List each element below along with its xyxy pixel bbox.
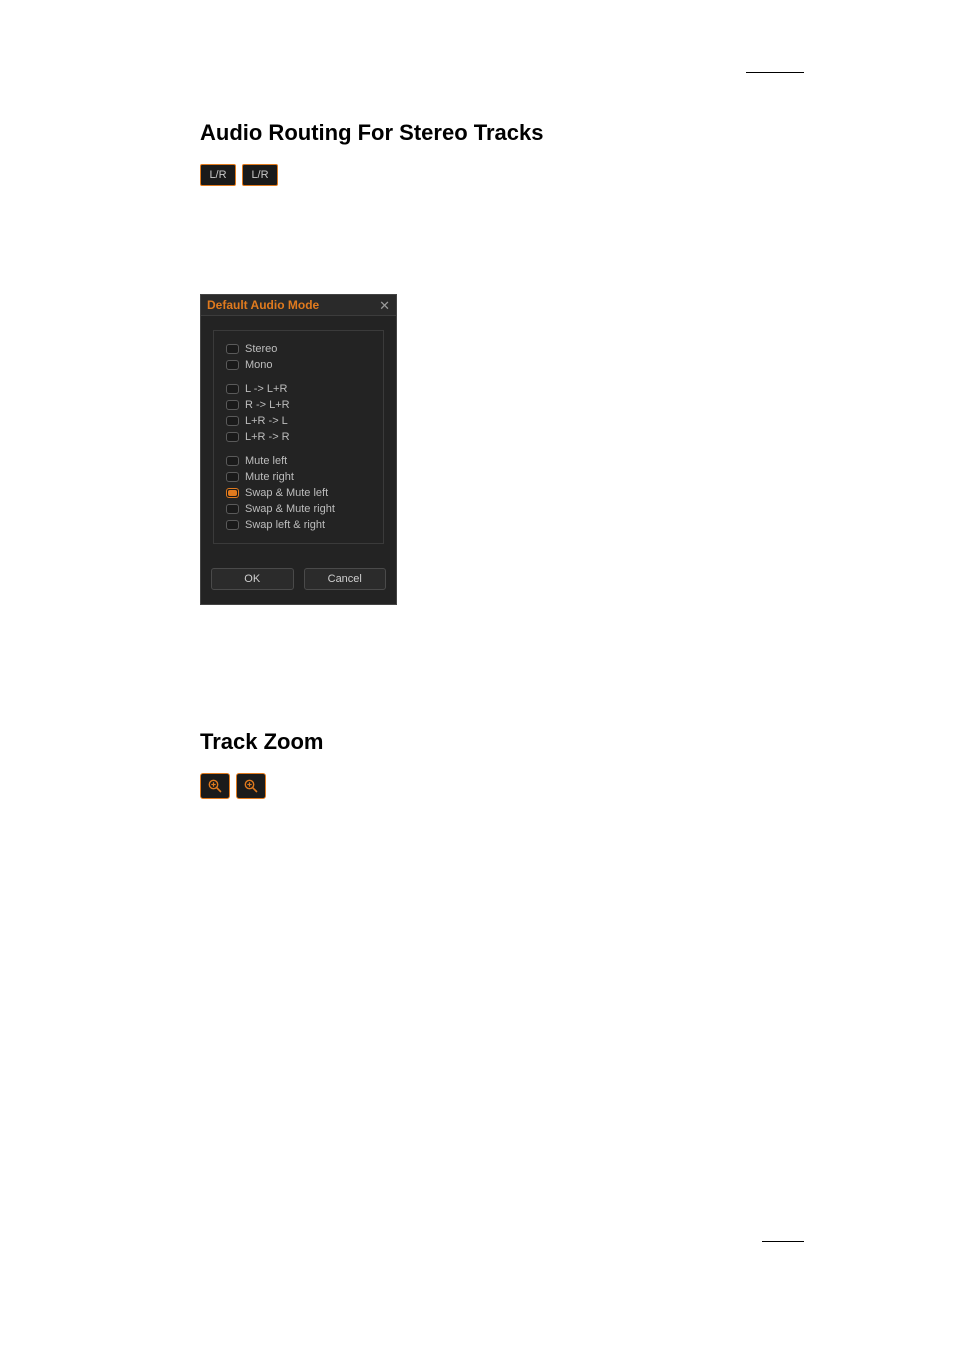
list-item: • (228, 651, 804, 669)
radio-icon[interactable] (226, 400, 239, 410)
lr-badge[interactable]: L/R (242, 164, 278, 186)
radio-icon[interactable] (226, 456, 239, 466)
list-item: • (228, 913, 804, 931)
list-item: • (228, 623, 804, 641)
close-icon[interactable]: ✕ (379, 299, 390, 312)
radio-icon[interactable] (226, 472, 239, 482)
bullet-list: • • • (200, 857, 804, 931)
bullet-list: • • (200, 623, 804, 669)
radio-label: L -> L+R (245, 383, 287, 395)
radio-icon[interactable] (226, 416, 239, 426)
lr-badge-label: L/R (209, 169, 226, 181)
radio-icon[interactable] (226, 504, 239, 514)
cancel-button[interactable]: Cancel (304, 568, 387, 590)
radio-label: L+R -> L (245, 415, 288, 427)
zoom-icon-row (200, 773, 804, 799)
heading-audio-routing: Audio Routing For Stereo Tracks (200, 120, 804, 146)
radio-label: Mono (245, 359, 273, 371)
dialog-title: Default Audio Mode (207, 298, 319, 312)
radio-label: Mute left (245, 455, 287, 467)
heading-track-zoom: Track Zoom (200, 729, 804, 755)
radio-label: Swap & Mute right (245, 503, 335, 515)
radio-label: Mute right (245, 471, 294, 483)
lr-badge-label: L/R (251, 169, 268, 181)
zoom-in-button[interactable] (236, 773, 266, 799)
bottom-right-rule (762, 1241, 804, 1242)
radio-icon[interactable] (226, 384, 239, 394)
radio-icon[interactable] (226, 344, 239, 354)
radio-icon[interactable] (226, 488, 239, 498)
radio-label: Swap & Mute left (245, 487, 328, 499)
top-right-rule (746, 72, 804, 73)
button-label: Cancel (328, 573, 362, 585)
list-item: • (228, 857, 804, 875)
radio-label: Swap left & right (245, 519, 325, 531)
radio-icon[interactable] (226, 360, 239, 370)
radio-label: Stereo (245, 343, 277, 355)
magnifier-plus-icon (243, 778, 259, 794)
option-group: Stereo Mono L -> L+R R -> L+R (213, 330, 384, 544)
button-label: OK (244, 573, 260, 585)
lr-badge-row: L/R L/R (200, 164, 804, 186)
radio-label: L+R -> R (245, 431, 290, 443)
lr-badge[interactable]: L/R (200, 164, 236, 186)
radio-icon[interactable] (226, 520, 239, 530)
radio-icon[interactable] (226, 432, 239, 442)
radio-label: R -> L+R (245, 399, 290, 411)
default-audio-mode-dialog: Default Audio Mode ✕ Stereo Mono (200, 294, 397, 605)
zoom-in-button[interactable] (200, 773, 230, 799)
list-item: • (228, 885, 804, 903)
magnifier-plus-icon (207, 778, 223, 794)
ok-button[interactable]: OK (211, 568, 294, 590)
